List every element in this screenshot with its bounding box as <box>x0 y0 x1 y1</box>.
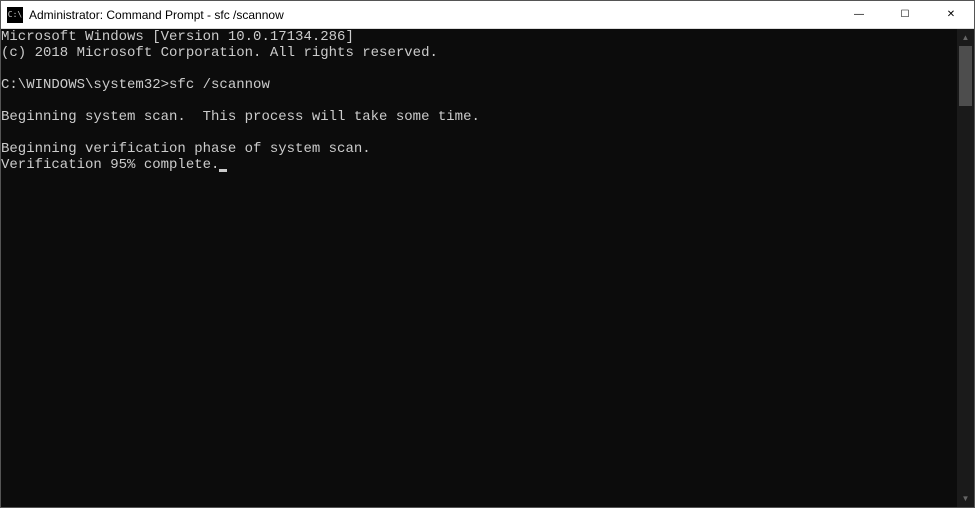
terminal-line: Beginning verification phase of system s… <box>1 141 371 157</box>
minimize-button[interactable]: — <box>836 1 882 28</box>
cursor-icon <box>219 169 227 172</box>
scroll-down-arrow-icon[interactable]: ▼ <box>957 490 974 507</box>
terminal-line: C:\WINDOWS\system32>sfc /scannow <box>1 77 270 93</box>
app-icon: C:\ <box>7 7 23 23</box>
titlebar[interactable]: C:\ Administrator: Command Prompt - sfc … <box>1 1 974 29</box>
window-controls: — ☐ ✕ <box>836 1 974 28</box>
terminal-line: (c) 2018 Microsoft Corporation. All righ… <box>1 45 438 61</box>
scroll-up-arrow-icon[interactable]: ▲ <box>957 29 974 46</box>
terminal-output[interactable]: Microsoft Windows [Version 10.0.17134.28… <box>1 29 957 507</box>
vertical-scrollbar[interactable]: ▲ ▼ <box>957 29 974 507</box>
close-button[interactable]: ✕ <box>928 1 974 28</box>
terminal-line: Verification 95% complete. <box>1 157 219 173</box>
maximize-button[interactable]: ☐ <box>882 1 928 28</box>
window-title: Administrator: Command Prompt - sfc /sca… <box>29 8 836 22</box>
terminal-area: Microsoft Windows [Version 10.0.17134.28… <box>1 29 974 507</box>
scroll-thumb[interactable] <box>959 46 972 106</box>
scroll-track[interactable] <box>957 46 974 490</box>
terminal-line: Microsoft Windows [Version 10.0.17134.28… <box>1 29 354 45</box>
command-prompt-window: C:\ Administrator: Command Prompt - sfc … <box>0 0 975 508</box>
terminal-line: Beginning system scan. This process will… <box>1 109 480 125</box>
app-icon-label: C:\ <box>8 11 22 19</box>
